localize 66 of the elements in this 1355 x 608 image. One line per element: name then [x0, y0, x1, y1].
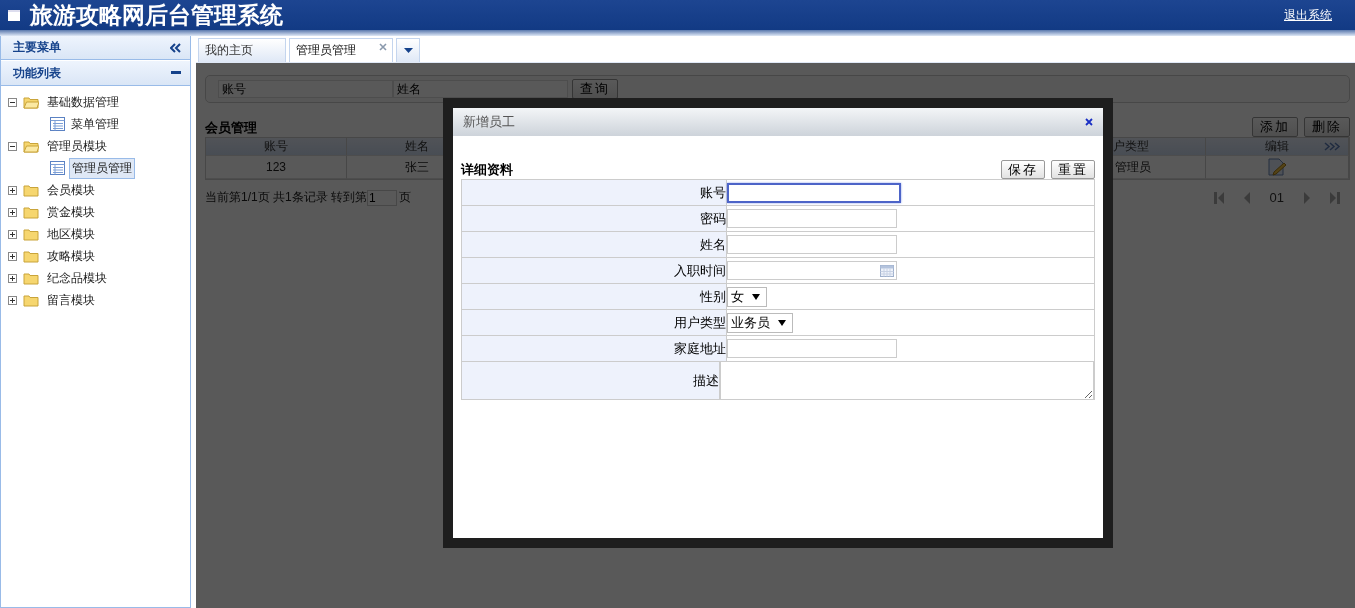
dropdown[interactable]: 业务员 [727, 312, 793, 333]
tree-item[interactable]: 留言模块 [45, 289, 97, 311]
folder-icon [23, 293, 39, 307]
tree-item[interactable]: 基础数据管理 [45, 91, 121, 113]
folder-icon [23, 271, 39, 285]
collapse-icon[interactable] [170, 42, 181, 53]
window-icon [8, 9, 20, 21]
tree-item[interactable]: 攻略模块 [45, 245, 97, 267]
expand-icon[interactable] [8, 185, 17, 195]
expand-icon[interactable] [8, 229, 17, 239]
field-label: 密码 [700, 209, 726, 228]
folder-icon [23, 95, 39, 109]
tree-item[interactable]: 菜单管理 [69, 113, 121, 135]
column-header: 账号 [206, 138, 347, 156]
page-number: 01 [1269, 190, 1284, 205]
field-label: 姓名 [700, 235, 726, 254]
caret-icon [752, 293, 760, 300]
tab[interactable]: 我的主页 [198, 38, 286, 62]
list-title: 会员管理 [205, 119, 257, 137]
field-label: 账号 [700, 183, 726, 202]
table-icon [50, 161, 65, 175]
caret-icon [778, 319, 786, 326]
field-label: 用户类型 [674, 313, 726, 332]
field-label: 性别 [700, 287, 726, 306]
close-icon[interactable] [1085, 118, 1093, 126]
panel-title: 主要菜单 [13, 39, 61, 56]
table-cell: 123 [206, 156, 347, 179]
collapse-icon[interactable] [8, 141, 17, 151]
dropdown[interactable]: 女 [727, 286, 767, 307]
section-title: 功能列表 [13, 64, 61, 82]
tree-item[interactable]: 管理员模块 [45, 135, 109, 157]
expand-icon[interactable] [8, 273, 17, 283]
folder-icon [23, 183, 39, 197]
pager-suffix: 页 [399, 189, 412, 206]
expand-icon[interactable] [8, 295, 17, 305]
pager-info: 当前第1/1页 共1条记录 转到第 [205, 189, 368, 206]
expand-icon[interactable] [8, 251, 17, 261]
search-field[interactable]: 账号 [218, 80, 393, 98]
tab-menu-button[interactable] [396, 38, 420, 62]
tree-item[interactable]: 管理员管理 [69, 157, 135, 179]
caret-icon [403, 48, 413, 53]
tree-item[interactable]: 纪念品模块 [45, 267, 109, 289]
search-field[interactable]: 姓名 [393, 80, 568, 98]
form-button[interactable]: 重置 [1051, 160, 1095, 179]
field-label: 描述 [693, 371, 719, 390]
collapse-icon[interactable] [8, 97, 17, 107]
date-field[interactable] [727, 261, 897, 280]
app-title: 旅游攻略网后台管理系统 [30, 0, 284, 30]
tab[interactable]: 管理员管理 [289, 38, 393, 62]
minus-icon[interactable] [171, 71, 181, 75]
folder-icon [23, 227, 39, 241]
folder-icon [23, 249, 39, 263]
form-button[interactable]: 保存 [1001, 160, 1045, 179]
tree-item[interactable]: 赏金模块 [45, 201, 97, 223]
field-label: 家庭地址 [674, 339, 726, 358]
dialog-title: 新增员工 [463, 113, 515, 131]
folder-icon [23, 205, 39, 219]
field-label: 入职时间 [674, 261, 726, 280]
input-field[interactable] [727, 182, 901, 203]
expand-icon[interactable] [8, 207, 17, 217]
table-icon [50, 117, 65, 131]
column-header: 编辑 [1265, 138, 1289, 155]
tree-item[interactable]: 会员模块 [45, 179, 97, 201]
tree-item[interactable]: 地区模块 [45, 223, 97, 245]
folder-icon [23, 139, 39, 153]
logout-link[interactable]: 退出系统 [1284, 6, 1332, 24]
